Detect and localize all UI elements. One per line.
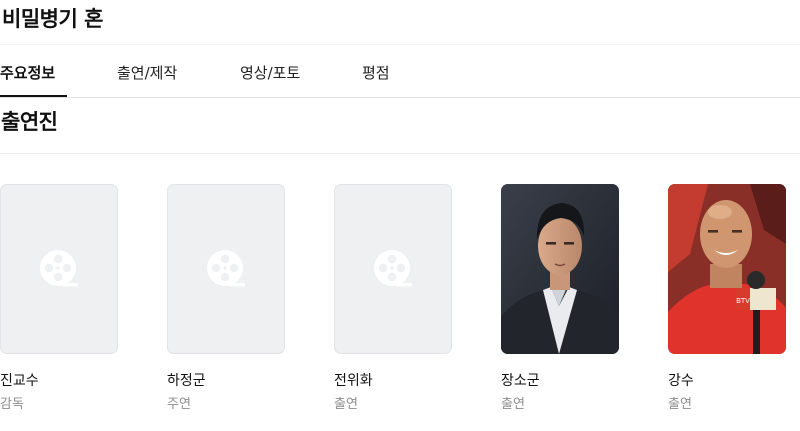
cast-name[interactable]: 진교수 bbox=[0, 370, 39, 390]
portrait-man-with-microphone: BTV bbox=[668, 184, 786, 354]
tab-video-photo[interactable]: 영상/포토 bbox=[240, 60, 300, 86]
header-divider bbox=[0, 44, 800, 45]
cast-name[interactable]: 하정군 bbox=[167, 370, 206, 390]
cast-card[interactable]: 진교수 감독 bbox=[0, 184, 120, 420]
tab-cast-crew[interactable]: 출연/제작 bbox=[117, 60, 177, 86]
tab-main-info[interactable]: 주요정보 bbox=[0, 60, 55, 86]
section-divider bbox=[0, 153, 800, 154]
movie-title: 비밀병기 혼 bbox=[2, 7, 103, 31]
cast-card[interactable]: BTV 강수 출연 bbox=[668, 184, 788, 420]
cast-name[interactable]: 강수 bbox=[668, 370, 694, 390]
cast-role: 출연 bbox=[501, 397, 525, 412]
cast-name[interactable]: 전위화 bbox=[334, 370, 373, 390]
cast-card[interactable]: 하정군 주연 bbox=[167, 184, 287, 420]
cast-photo: BTV bbox=[668, 184, 786, 354]
cast-photo bbox=[501, 184, 619, 354]
portrait-man-in-suit bbox=[501, 184, 619, 354]
cast-photo-placeholder bbox=[334, 184, 452, 354]
tabs-divider bbox=[0, 97, 800, 98]
cast-photo-placeholder bbox=[167, 184, 285, 354]
cast-photo-placeholder bbox=[0, 184, 118, 354]
cast-role: 감독 bbox=[0, 397, 24, 412]
film-reel-icon bbox=[40, 250, 78, 287]
cast-role: 출연 bbox=[334, 397, 358, 412]
svg-text:BTV: BTV bbox=[736, 297, 750, 305]
cast-role: 출연 bbox=[668, 397, 692, 412]
cast-card[interactable]: 장소군 출연 bbox=[501, 184, 621, 420]
film-reel-icon bbox=[374, 250, 412, 287]
cast-name[interactable]: 장소군 bbox=[501, 370, 540, 390]
cast-card[interactable]: 전위화 출연 bbox=[334, 184, 454, 420]
film-reel-icon bbox=[207, 250, 245, 287]
section-title: 출연진 bbox=[1, 110, 58, 134]
tab-ratings[interactable]: 평점 bbox=[362, 60, 390, 86]
cast-role: 주연 bbox=[167, 397, 191, 412]
